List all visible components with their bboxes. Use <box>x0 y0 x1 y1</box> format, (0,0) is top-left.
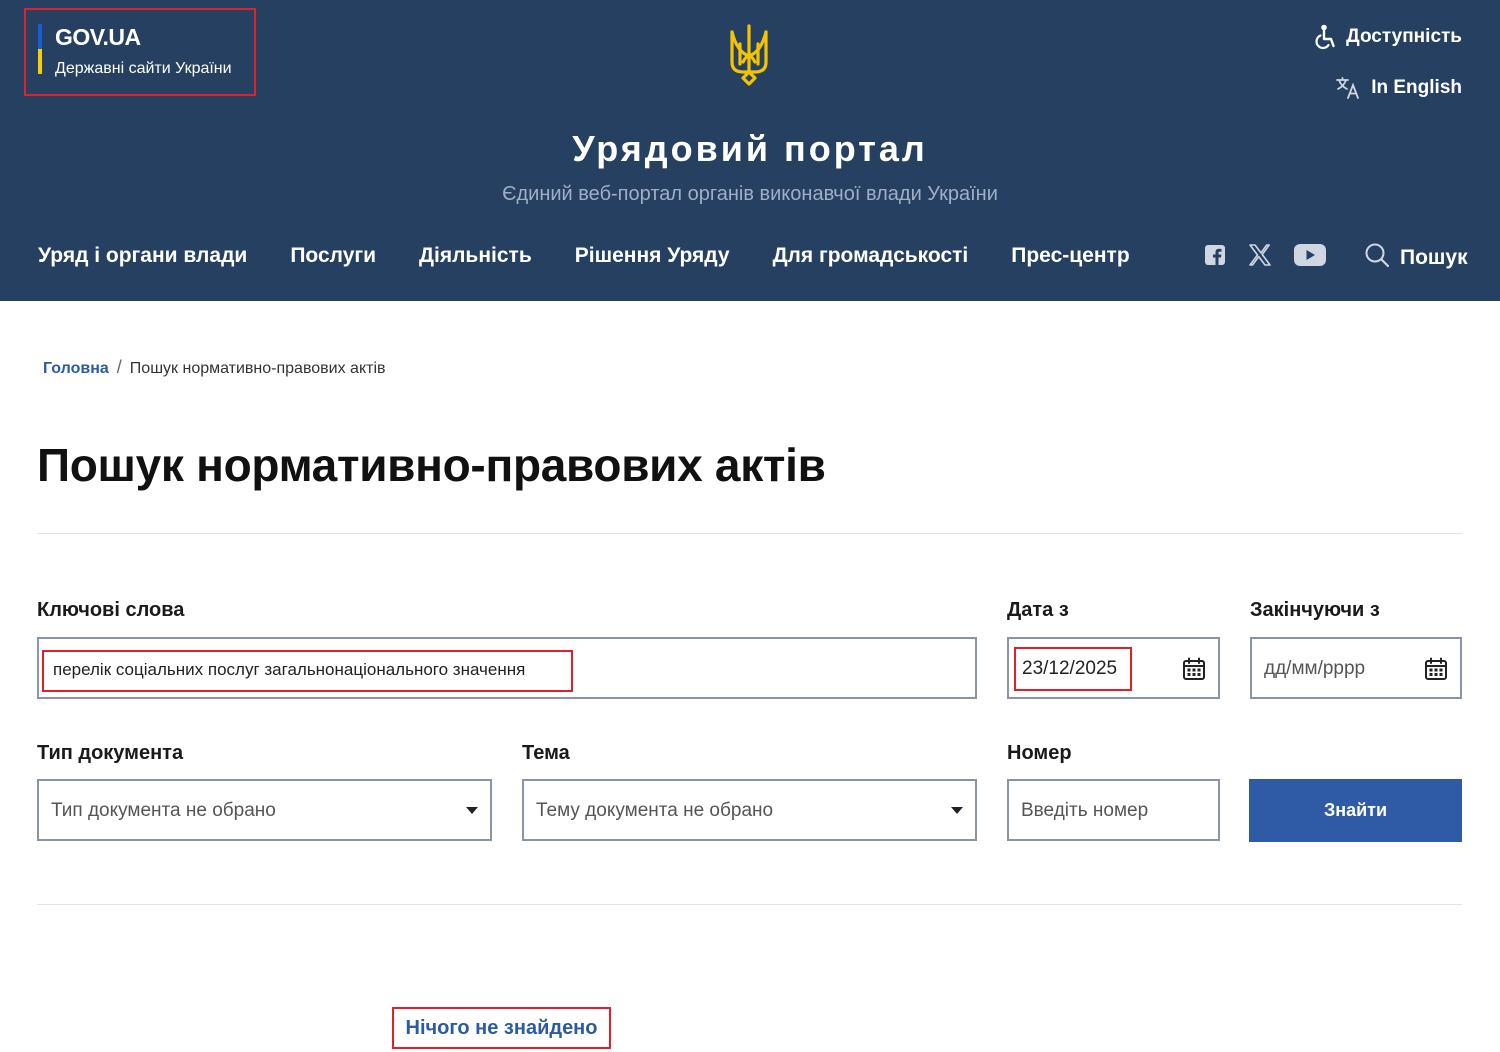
nav-item-press[interactable]: Прес-центр <box>1011 244 1129 268</box>
number-placeholder: Введіть номер <box>1021 800 1149 821</box>
govua-title: GOV.UA <box>55 24 141 50</box>
nav-item-activity[interactable]: Діяльність <box>419 244 532 268</box>
search-label: Пошук <box>1400 246 1468 269</box>
divider <box>37 533 1462 534</box>
site-header: GOV.UA Державні сайти України Доступніст… <box>0 0 1500 301</box>
chevron-down-icon <box>951 807 963 814</box>
date-to-input[interactable]: дд/мм/рррр <box>1250 637 1462 699</box>
breadcrumb-current: Пошук нормативно-правових актів <box>129 360 386 377</box>
date-from-highlight <box>1014 647 1132 691</box>
calendar-icon[interactable] <box>1424 657 1448 686</box>
trident-icon[interactable] <box>727 22 771 86</box>
accessibility-label: Доступність <box>1346 26 1462 47</box>
find-button[interactable]: Знайти <box>1249 779 1462 842</box>
language-label: In English <box>1371 77 1462 98</box>
topic-select[interactable]: Тему документа не обрано <box>522 779 977 841</box>
keywords-highlight <box>42 650 573 692</box>
nav-item-services[interactable]: Послуги <box>290 244 376 268</box>
doc-type-select[interactable]: Тип документа не обрано <box>37 779 492 841</box>
youtube-icon[interactable] <box>1294 244 1326 271</box>
no-results-text: Нічого не знайдено <box>405 1016 598 1039</box>
header-search[interactable]: Пошук <box>1364 242 1468 274</box>
keywords-label: Ключові слова <box>37 599 185 621</box>
nav-item-government[interactable]: Уряд і органи влади <box>38 244 247 268</box>
calendar-icon[interactable] <box>1182 657 1206 686</box>
nav-item-public[interactable]: Для громадськості <box>773 244 969 268</box>
facebook-icon[interactable] <box>1204 244 1226 271</box>
no-results-message: Нічого не знайдено <box>392 1007 611 1049</box>
number-input[interactable]: Введіть номер <box>1007 779 1220 841</box>
page-title: Пошук нормативно-правових актів <box>37 439 826 491</box>
portal-subtitle: Єдиний веб-портал органів виконавчої вла… <box>502 183 998 205</box>
govua-link[interactable]: GOV.UA Державні сайти України <box>24 8 256 96</box>
doc-type-label: Тип документа <box>37 742 184 764</box>
accessibility-icon <box>1314 24 1336 50</box>
topic-value: Тему документа не обрано <box>536 800 774 821</box>
doc-type-value: Тип документа не обрано <box>51 800 276 821</box>
accessibility-link[interactable]: Доступність <box>1314 24 1462 50</box>
x-twitter-icon[interactable] <box>1248 244 1272 271</box>
govua-subtitle: Державні сайти України <box>55 60 232 77</box>
search-icon <box>1364 242 1390 274</box>
breadcrumb-home[interactable]: Головна <box>43 360 109 378</box>
language-switch[interactable]: In English <box>1335 76 1462 100</box>
breadcrumb: Головна / Пошук нормативно-правових акті… <box>43 357 386 378</box>
topic-label: Тема <box>522 742 570 764</box>
portal-title[interactable]: Урядовий портал <box>0 128 1500 170</box>
breadcrumb-separator: / <box>116 357 122 377</box>
nav-item-decisions[interactable]: Рішення Уряду <box>575 244 730 268</box>
chevron-down-icon <box>466 807 478 814</box>
date-to-placeholder: дд/мм/рррр <box>1264 658 1366 679</box>
divider <box>37 904 1462 905</box>
social-links <box>1204 244 1326 271</box>
translate-icon <box>1335 76 1361 100</box>
number-label: Номер <box>1007 742 1072 764</box>
main-nav: Уряд і органи влади Послуги Діяльність Р… <box>38 244 1173 268</box>
date-from-label: Дата з <box>1007 599 1069 621</box>
date-to-label: Закінчуючи з <box>1250 599 1380 621</box>
ukraine-flag-icon <box>38 24 42 74</box>
